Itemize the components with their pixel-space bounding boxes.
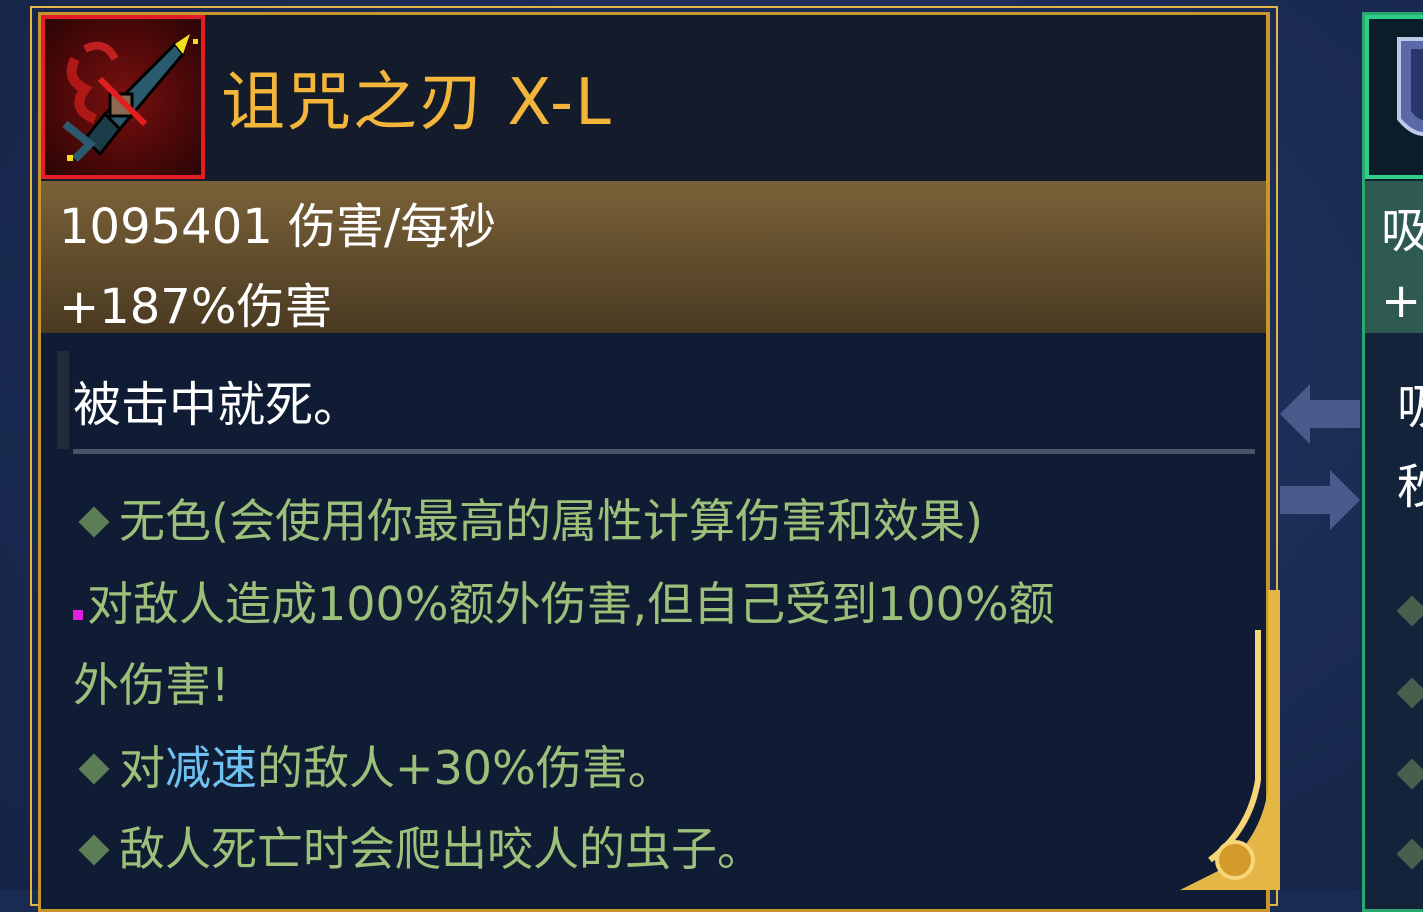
diamond-bullet-icon <box>78 833 110 866</box>
effect-colorless: 无色(会使用你最高的属性计算伤害和效果) <box>78 485 983 551</box>
effect-slow: 对减速的敌人+30%伤害。 <box>78 732 674 798</box>
compare-description: 吸 <box>1397 379 1423 435</box>
item-header: 诅咒之刃 X-L <box>41 15 1266 181</box>
item-card: 诅咒之刃 X-L 1095401 伤害/每秒 +187%伤害 被击中就死。 无色… <box>38 12 1270 912</box>
effect-worms: 敌人死亡时会爬出咬人的虫子。 <box>78 813 763 879</box>
diamond-bullet-icon <box>1396 677 1423 709</box>
diamond-bullet-icon <box>1396 595 1423 627</box>
gold-corner-ornament <box>1180 590 1280 890</box>
compare-header <box>1365 15 1423 181</box>
effect-curse: 对敌人造成100%额外伤害,但自己受到100%额 <box>73 568 1055 634</box>
pink-marker-icon <box>73 610 83 620</box>
compare-stat-bonus: +2 <box>1381 273 1423 329</box>
shield-icon[interactable] <box>1365 15 1423 179</box>
swap-right-arrow-icon[interactable] <box>1280 470 1360 530</box>
compare-description-cont: 秒 <box>1397 459 1423 515</box>
item-description: 被击中就死。 <box>73 377 362 433</box>
effect-curse-cont: 外伤害! <box>73 658 230 712</box>
diamond-bullet-icon <box>1396 838 1423 870</box>
divider <box>73 449 1255 454</box>
diamond-bullet-icon <box>1396 758 1423 790</box>
diamond-bullet-icon <box>78 505 110 538</box>
damage-bonus-stat: +187%伤害 <box>59 279 333 335</box>
item-title: 诅咒之刃 X-L <box>221 66 613 140</box>
item-stats: 1095401 伤害/每秒 +187%伤害 <box>41 181 1266 335</box>
diamond-bullet-icon <box>78 752 110 785</box>
slow-keyword[interactable]: 减速 <box>165 741 257 795</box>
swap-left-arrow-icon[interactable] <box>1280 384 1360 444</box>
compare-item-card[interactable]: 吸 +2 吸 秒 <box>1362 12 1423 912</box>
compare-stat-dps: 吸 <box>1381 203 1423 259</box>
dps-stat: 1095401 伤害/每秒 <box>59 199 497 255</box>
cursed-blade-icon[interactable] <box>41 15 205 179</box>
